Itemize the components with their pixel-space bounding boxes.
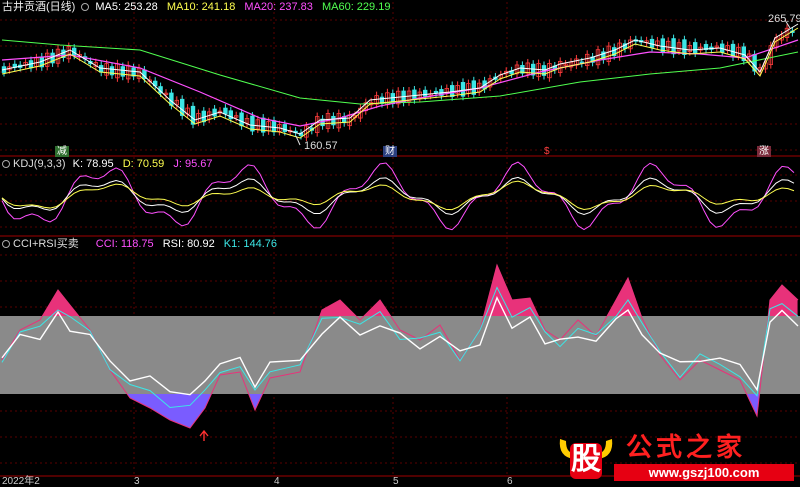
rsi-label: RSI: 80.92 xyxy=(162,238,215,250)
ma5-label: MA5: 253.28 xyxy=(95,1,158,13)
kdj-k-line xyxy=(1,176,795,216)
k1-label: K1: 144.76 xyxy=(223,238,277,250)
candle xyxy=(693,42,698,54)
d-label: D: 70.59 xyxy=(122,158,165,170)
x-tick-5: 6 xyxy=(507,476,513,487)
candle xyxy=(282,124,287,132)
event-marker-2[interactable]: 财 xyxy=(383,146,397,157)
settings-circle-icon[interactable] xyxy=(81,3,90,11)
x-tick-4: 5 xyxy=(393,476,399,487)
watermark-url: www.gszj100.com xyxy=(614,464,794,481)
kdj-j-line xyxy=(1,161,795,231)
logo-char: 股 xyxy=(571,442,601,477)
x-tick-2: 3 xyxy=(134,476,140,487)
settings-circle-icon[interactable] xyxy=(2,160,10,168)
kdj-title: KDJ(9,3,3) xyxy=(13,158,66,170)
buy-signal-arrow-icon xyxy=(199,429,209,441)
ma20-label: MA20: 237.83 xyxy=(244,1,313,13)
x-tick-1: 2022年2 xyxy=(2,476,40,487)
candle xyxy=(271,120,277,133)
watermark: 股 公式之家 www.gszj100.com xyxy=(556,433,796,483)
cci-title: CCI+RSI买卖 xyxy=(13,238,79,250)
candle xyxy=(212,108,217,117)
cci-band xyxy=(0,316,800,394)
watermark-title: 公式之家 xyxy=(626,433,747,463)
low-price-label: 160.57 xyxy=(304,140,338,152)
candle xyxy=(682,39,687,55)
event-marker-3[interactable]: $ xyxy=(542,146,552,157)
high-price-label: 265.79 xyxy=(768,13,800,25)
event-marker-1[interactable]: 减 xyxy=(55,146,69,157)
k-label: K: 78.95 xyxy=(72,158,114,170)
ma60-label: MA60: 229.19 xyxy=(321,1,391,13)
cci-panel-header: CCI+RSI买卖 CCI: 118.75 RSI: 80.92 K1: 144… xyxy=(2,238,283,251)
settings-circle-icon[interactable] xyxy=(2,240,10,248)
candle xyxy=(239,112,244,127)
candle xyxy=(433,90,439,94)
j-label: J: 95.67 xyxy=(173,158,213,170)
candle xyxy=(223,107,228,115)
event-marker-4[interactable]: 涨 xyxy=(757,146,771,157)
candle xyxy=(412,89,417,101)
stock-title: 古井贡酒(日线) xyxy=(2,1,76,13)
ma10-label: MA10: 241.18 xyxy=(166,1,236,13)
kdj-panel-header: KDJ(9,3,3) K: 78.95 D: 70.59 J: 95.67 xyxy=(2,158,218,171)
price-panel-header: 古井贡酒(日线) MA5: 253.28 MA10: 241.18 MA20: … xyxy=(2,1,396,14)
candle xyxy=(99,65,104,73)
x-tick-3: 4 xyxy=(274,476,280,487)
candle xyxy=(422,89,428,97)
cci-label: CCI: 118.75 xyxy=(95,238,154,250)
